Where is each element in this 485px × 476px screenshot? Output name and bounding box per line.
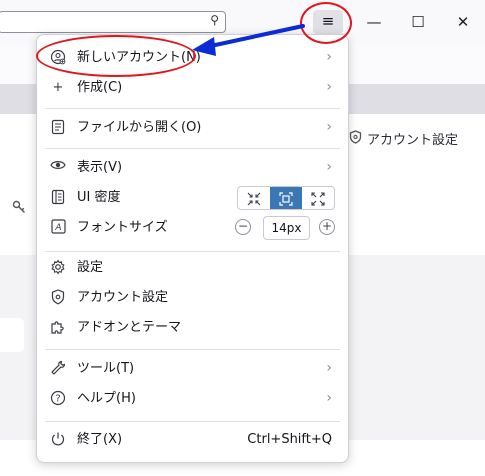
chevron-right-icon: › bbox=[326, 159, 332, 175]
help-icon: ? bbox=[49, 390, 67, 408]
search-icon: ⚲ bbox=[210, 13, 219, 27]
menu-item-label: ファイルから開く(O) bbox=[77, 120, 202, 135]
eye-icon bbox=[49, 159, 67, 177]
wrench-icon bbox=[49, 360, 67, 378]
close-window-button[interactable]: ✕ bbox=[451, 10, 475, 34]
chevron-right-icon: › bbox=[326, 49, 332, 65]
menu-item-settings[interactable]: 設定 bbox=[37, 253, 348, 283]
chevron-right-icon: › bbox=[326, 119, 332, 135]
menu-item-label: 終了(X) bbox=[77, 432, 123, 447]
menu-item-label: アカウント設定 bbox=[77, 290, 169, 305]
shield-icon bbox=[49, 289, 67, 307]
account-settings-link[interactable]: アカウント設定 bbox=[348, 129, 458, 148]
menu-item-label: UI 密度 bbox=[77, 190, 121, 205]
quit-shortcut: Ctrl+Shift+Q bbox=[247, 432, 332, 447]
content-card bbox=[0, 318, 24, 352]
menu-item-label: アドオンとテーマ bbox=[77, 320, 182, 335]
chevron-right-icon: › bbox=[326, 360, 332, 376]
density-toggle-group bbox=[237, 186, 335, 210]
menu-separator bbox=[45, 148, 340, 149]
chevron-right-icon: › bbox=[326, 390, 332, 406]
svg-text:A: A bbox=[54, 223, 61, 233]
account-add-icon bbox=[49, 49, 67, 67]
font-size-value: 14px bbox=[263, 216, 310, 240]
density-icon bbox=[49, 189, 67, 207]
density-compact-button[interactable] bbox=[238, 187, 270, 209]
menu-item-new-account[interactable]: 新しいアカウント(N) › bbox=[37, 43, 348, 73]
menu-item-label: 表示(V) bbox=[77, 160, 123, 175]
app-menu-panel: 新しいアカウント(N) › + 作成(C) › ファイルから開く(O) › 表示… bbox=[36, 34, 349, 463]
menu-item-label: ヘルプ(H) bbox=[77, 391, 136, 406]
menu-separator bbox=[45, 349, 340, 350]
maximize-button[interactable]: ☐ bbox=[406, 10, 430, 34]
chevron-right-icon: › bbox=[326, 79, 332, 95]
shield-icon bbox=[348, 130, 363, 148]
account-settings-link-label: アカウント設定 bbox=[367, 133, 459, 148]
menu-item-ui-density: UI 密度 bbox=[37, 183, 348, 213]
menu-separator bbox=[45, 421, 340, 422]
menu-item-label: 新しいアカウント(N) bbox=[77, 50, 201, 65]
font-size-increase-button[interactable]: + bbox=[319, 219, 335, 235]
font-size-decrease-button[interactable]: − bbox=[235, 219, 251, 235]
menu-item-open-file[interactable]: ファイルから開く(O) › bbox=[37, 113, 348, 143]
menu-item-label: 作成(C) bbox=[77, 80, 123, 95]
plus-icon: + bbox=[52, 80, 64, 95]
menu-item-label: 設定 bbox=[77, 260, 104, 275]
density-relaxed-button[interactable] bbox=[302, 187, 334, 209]
density-normal-button[interactable] bbox=[270, 187, 302, 209]
menu-separator bbox=[45, 251, 340, 252]
menu-separator bbox=[45, 108, 340, 109]
menu-item-quit[interactable]: 終了(X) Ctrl+Shift+Q bbox=[37, 425, 348, 455]
menu-item-account-settings[interactable]: アカウント設定 bbox=[37, 283, 348, 313]
menu-item-label: フォントサイズ bbox=[77, 220, 168, 235]
menu-item-font-size: A フォントサイズ − 14px + bbox=[37, 213, 348, 243]
menu-item-help[interactable]: ? ヘルプ(H) › bbox=[37, 384, 348, 414]
menu-item-tools[interactable]: ツール(T) › bbox=[37, 354, 348, 384]
svg-text:?: ? bbox=[55, 394, 60, 405]
key-icon bbox=[12, 200, 26, 218]
menu-item-label: ツール(T) bbox=[77, 361, 135, 376]
gear-icon bbox=[49, 259, 67, 277]
puzzle-icon bbox=[49, 319, 67, 337]
search-input[interactable]: ⚲ bbox=[0, 11, 226, 33]
menu-item-view[interactable]: 表示(V) › bbox=[37, 153, 348, 183]
file-icon bbox=[49, 119, 67, 137]
font-size-icon: A bbox=[49, 219, 67, 237]
menu-item-addons-themes[interactable]: アドオンとテーマ bbox=[37, 313, 348, 343]
menu-item-create[interactable]: + 作成(C) › bbox=[37, 73, 348, 103]
app-menu-button[interactable]: ≡ bbox=[313, 10, 343, 34]
power-icon bbox=[49, 431, 67, 449]
minimize-button[interactable]: — bbox=[362, 10, 386, 34]
